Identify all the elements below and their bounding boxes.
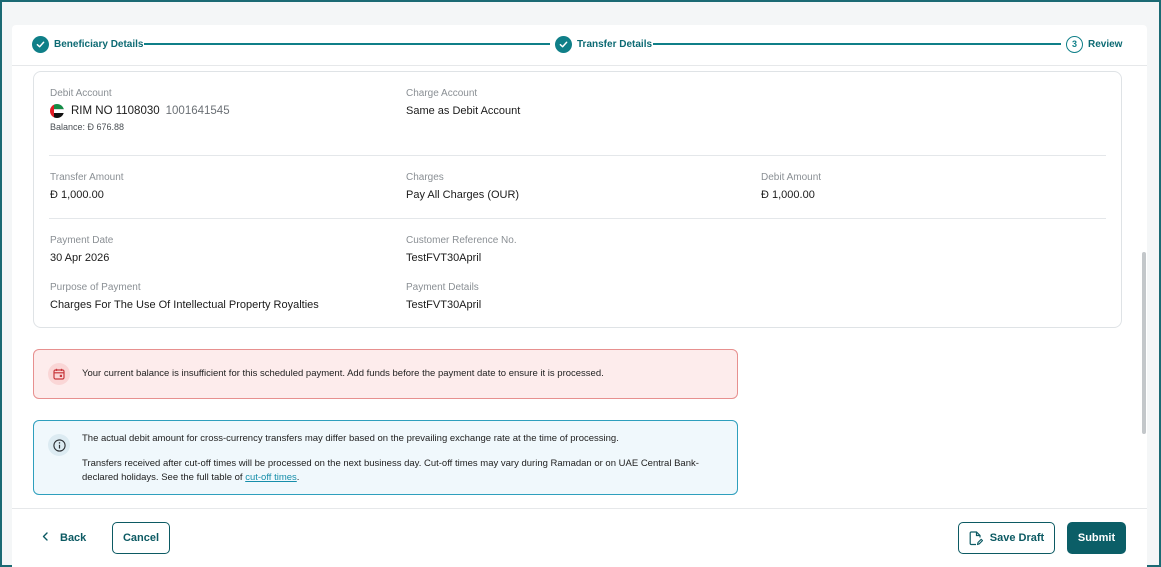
step-label: Beneficiary Details — [54, 38, 144, 50]
customer-reference-value: TestFVT30April — [406, 252, 482, 264]
debit-amount-label: Debit Amount — [761, 172, 822, 183]
divider — [12, 65, 1147, 66]
step-beneficiary-details[interactable]: Beneficiary Details — [32, 35, 144, 53]
purpose-of-payment-field: Purpose of Payment Charges For The Use O… — [50, 282, 319, 312]
step-number: 3 — [1066, 35, 1083, 53]
transfer-review-card: Beneficiary Details Transfer Details 3 R… — [12, 25, 1147, 567]
divider — [49, 155, 1106, 156]
charge-account-value: Same as Debit Account — [406, 105, 521, 117]
charges-label: Charges — [406, 172, 444, 183]
step-label: Transfer Details — [577, 38, 653, 50]
step-connector — [144, 43, 550, 45]
progress-stepper: Beneficiary Details Transfer Details 3 R… — [32, 35, 1130, 53]
info-message-line1: The actual debit amount for cross-curren… — [82, 433, 619, 444]
debit-account-number: 1001641545 — [165, 105, 230, 117]
debit-amount-value: Ð 1,000.00 — [761, 189, 815, 201]
info-icon — [48, 434, 70, 456]
calendar-icon — [48, 363, 70, 385]
cancel-button[interactable]: Cancel — [112, 522, 170, 554]
step-connector — [653, 43, 1061, 45]
debit-amount-field: Debit Amount Ð 1,000.00 — [761, 172, 821, 202]
debit-account-field: Debit Account RIM NO 1108030 1001641545 … — [50, 88, 230, 132]
insufficient-balance-alert: Your current balance is insufficient for… — [33, 349, 738, 399]
debit-account-balance: Balance: Ð 676.88 — [50, 122, 125, 132]
scrollbar-thumb[interactable] — [1142, 252, 1146, 434]
payment-details-value: TestFVT30April — [406, 299, 482, 311]
purpose-of-payment-label: Purpose of Payment — [50, 282, 141, 293]
payment-date-label: Payment Date — [50, 235, 114, 246]
divider — [12, 508, 1147, 509]
step-transfer-details[interactable]: Transfer Details — [555, 35, 652, 53]
check-icon — [32, 35, 49, 53]
check-icon — [555, 35, 572, 53]
chevron-left-icon — [42, 532, 48, 544]
customer-reference-field: Customer Reference No. TestFVT30April — [406, 235, 517, 265]
transfer-summary-panel: Debit Account RIM NO 1108030 1001641545 … — [33, 71, 1122, 328]
info-message-text: Transfers received after cut-off times w… — [82, 458, 699, 483]
document-edit-icon — [969, 530, 983, 545]
transfer-amount-label: Transfer Amount — [50, 172, 124, 183]
save-draft-label: Save Draft — [989, 532, 1045, 544]
payment-details-label: Payment Details — [406, 282, 479, 293]
purpose-of-payment-value: Charges For The Use Of Intellectual Prop… — [50, 299, 319, 311]
customer-reference-label: Customer Reference No. — [406, 235, 517, 246]
step-label: Review — [1088, 38, 1123, 50]
uae-flag-icon — [50, 104, 64, 118]
back-label: Back — [60, 532, 87, 544]
payment-date-field: Payment Date 30 Apr 2026 — [50, 235, 113, 265]
payment-date-value: 30 Apr 2026 — [50, 252, 110, 264]
debit-account-label: Debit Account — [50, 88, 112, 99]
transfer-amount-value: Ð 1,000.00 — [50, 189, 104, 201]
charge-account-field: Charge Account Same as Debit Account — [406, 88, 520, 118]
info-message-suffix: . — [296, 472, 300, 483]
cross-currency-info-alert: The actual debit amount for cross-curren… — [33, 420, 738, 495]
debit-account-row: RIM NO 1108030 1001641545 — [50, 104, 230, 118]
charges-field: Charges Pay All Charges (OUR) — [406, 172, 519, 202]
info-message-line2: Transfers received after cut-off times w… — [82, 457, 722, 485]
save-draft-button[interactable]: Save Draft — [958, 522, 1055, 554]
step-review[interactable]: 3 Review — [1066, 35, 1122, 53]
alert-message: Your current balance is insufficient for… — [82, 368, 604, 379]
transfer-amount-field: Transfer Amount Ð 1,000.00 — [50, 172, 124, 202]
divider — [49, 218, 1106, 219]
submit-button[interactable]: Submit — [1067, 522, 1126, 554]
debit-account-name: RIM NO 1108030 — [71, 105, 160, 117]
charges-value: Pay All Charges (OUR) — [406, 189, 520, 201]
cut-off-times-link[interactable]: cut-off times — [245, 472, 297, 483]
payment-details-field: Payment Details TestFVT30April — [406, 282, 481, 312]
back-button[interactable]: Back — [42, 523, 102, 553]
charge-account-label: Charge Account — [406, 88, 478, 99]
